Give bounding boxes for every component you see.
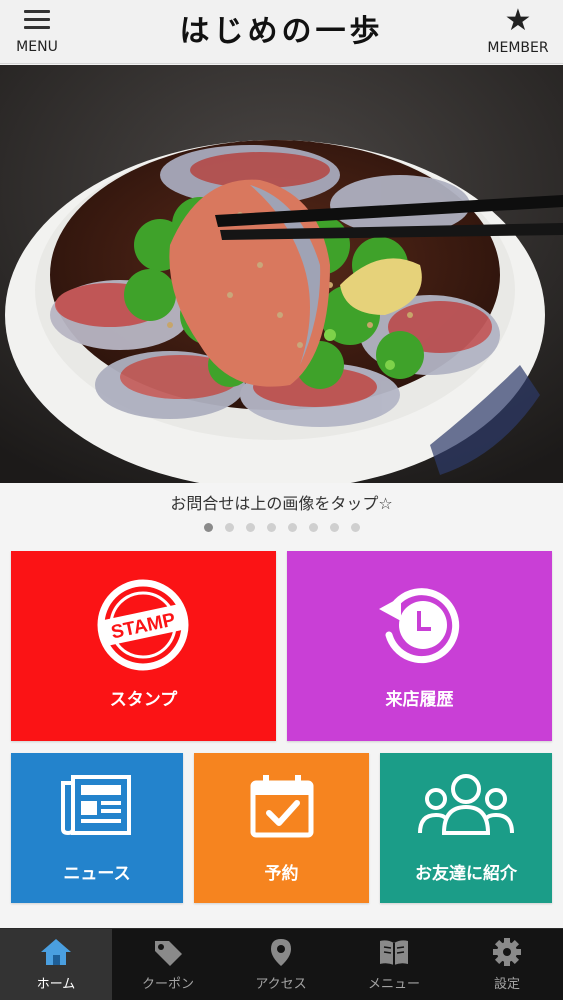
stamp-icon: STAMP xyxy=(97,579,189,671)
tab-home[interactable]: ホーム xyxy=(0,929,112,1000)
tab-settings-label: 設定 xyxy=(493,977,520,992)
hero-caption: お問合せは上の画像をタップ☆ xyxy=(170,494,393,513)
tab-coupon[interactable]: クーポン xyxy=(112,929,224,1000)
reservation-label: 予約 xyxy=(264,864,299,884)
bottom-tab-bar: ホーム クーポン アクセス メニュー 設定 xyxy=(0,928,563,1000)
reservation-tile[interactable]: 予約 xyxy=(194,753,369,903)
member-button[interactable]: ★ MEMBER xyxy=(483,4,553,60)
tab-coupon-label: クーポン xyxy=(141,977,194,992)
carousel-dot[interactable] xyxy=(203,523,213,532)
map-pin-icon xyxy=(271,939,291,966)
stamp-tile[interactable]: STAMP スタンプ xyxy=(11,551,276,741)
menu-button[interactable]: MENU xyxy=(8,8,66,60)
newspaper-icon xyxy=(61,775,131,836)
tab-menu-label: メニュー xyxy=(367,977,420,992)
friends-group-icon xyxy=(418,774,514,835)
app-screen: MENU はじめの一歩 ★ MEMBER お問合せは上の画像をタップ☆ STAM… xyxy=(0,0,563,1000)
hero-dish-image xyxy=(0,65,563,483)
tab-menu[interactable]: メニュー xyxy=(338,929,450,1000)
top-header: MENU はじめの一歩 ★ MEMBER xyxy=(0,0,563,64)
carousel-dot[interactable] xyxy=(224,523,234,532)
invite-friend-tile[interactable]: お友達に紹介 xyxy=(380,753,552,903)
menu-label: MENU xyxy=(16,39,58,55)
carousel-dot[interactable] xyxy=(245,523,255,532)
tab-access[interactable]: アクセス xyxy=(225,929,337,1000)
home-icon xyxy=(41,939,71,965)
visit-history-label: 来店履歴 xyxy=(385,690,454,710)
tag-icon xyxy=(155,941,182,966)
calendar-check-icon xyxy=(250,775,314,838)
tab-home-label: ホーム xyxy=(36,977,76,992)
carousel-dot[interactable] xyxy=(329,523,339,532)
invite-friend-label: お友達に紹介 xyxy=(415,864,517,884)
carousel-indicator xyxy=(0,523,563,532)
visit-history-tile[interactable]: 来店履歴 xyxy=(287,551,552,741)
news-label: ニュース xyxy=(63,864,131,884)
gear-icon xyxy=(493,938,521,966)
member-label: MEMBER xyxy=(487,40,549,56)
book-icon xyxy=(380,940,408,965)
app-title: はじめの一歩 xyxy=(179,14,384,49)
tab-access-label: アクセス xyxy=(255,977,307,992)
hamburger-icon xyxy=(24,10,50,30)
tab-settings[interactable]: 設定 xyxy=(451,929,563,1000)
carousel-dot[interactable] xyxy=(350,523,360,532)
news-tile[interactable]: ニュース xyxy=(11,753,183,903)
carousel-dot[interactable] xyxy=(287,523,297,532)
star-icon: ★ xyxy=(504,3,532,38)
stamp-label: スタンプ xyxy=(109,690,178,710)
history-clock-icon xyxy=(379,588,460,664)
carousel-dot[interactable] xyxy=(308,523,318,532)
carousel-dot[interactable] xyxy=(266,523,276,532)
hero-image-banner[interactable] xyxy=(0,65,563,483)
